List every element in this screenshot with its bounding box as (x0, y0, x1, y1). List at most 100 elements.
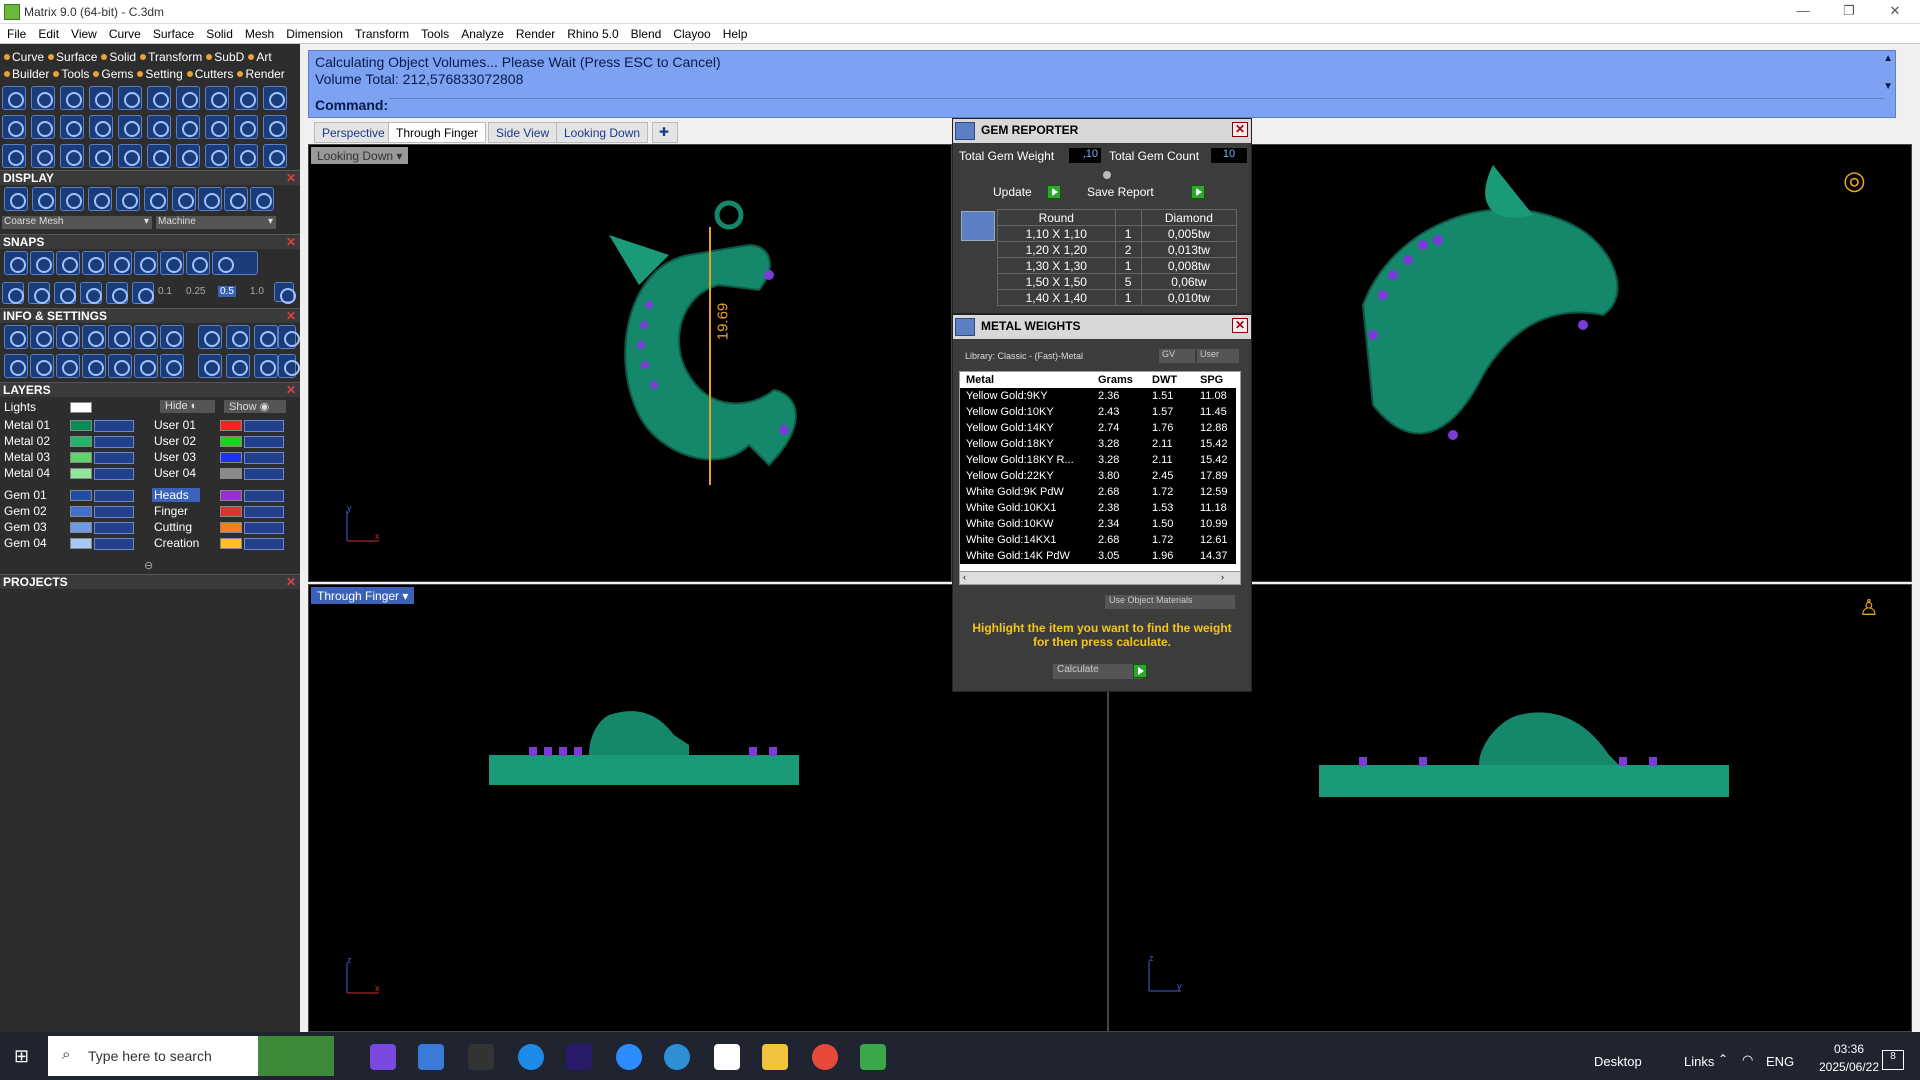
ring-view-icon[interactable]: ◎ (1843, 165, 1866, 196)
material-select[interactable]: Machine ▾ (156, 216, 276, 229)
ring-side-icon[interactable]: ♙ (1859, 595, 1879, 621)
add-tab-icon[interactable]: ✚ (652, 122, 678, 143)
calculate-button[interactable]: Calculate (1053, 664, 1143, 679)
tab-render[interactable]: Render (233, 67, 285, 81)
layer-lock-controls[interactable] (94, 468, 134, 480)
layer-user-03[interactable]: User 03 (154, 450, 196, 464)
layers-header[interactable]: LAYERS ✕ (0, 382, 300, 397)
windows-start-icon[interactable]: ⊞ (14, 1046, 29, 1067)
node-icon[interactable] (254, 354, 278, 378)
pendant-model-end[interactable] (1319, 705, 1739, 815)
menu-mesh[interactable]: Mesh (238, 24, 279, 41)
material-ball-2-icon[interactable] (198, 187, 222, 211)
tab-surface[interactable]: Surface (44, 50, 97, 64)
pendant-model-perspective[interactable] (1333, 145, 1673, 505)
layer-lock-controls[interactable] (94, 436, 134, 448)
measure-icon[interactable] (278, 325, 300, 349)
user-02-color[interactable] (220, 436, 242, 447)
chevron-up-icon[interactable]: ⌃ (1718, 1052, 1728, 1066)
menu-solid[interactable]: Solid (199, 24, 238, 41)
table-row[interactable]: Yellow Gold:10KY 2.43 1.57 11.45 (960, 404, 1236, 420)
table-row[interactable]: White Gold:9K PdW 2.68 1.72 12.59 (960, 484, 1236, 500)
gem-tool-icon[interactable] (205, 86, 229, 110)
text-tool-icon[interactable] (205, 144, 229, 168)
gem-row[interactable]: 1,40 X 1,40 1 0,010tw (997, 289, 1238, 306)
gallery-tool-icon[interactable] (263, 86, 287, 110)
array-tool-icon[interactable] (147, 115, 171, 139)
chrome-icon[interactable] (812, 1044, 838, 1070)
circle-tool-icon[interactable] (2, 86, 26, 110)
metal-02-color[interactable] (70, 436, 92, 447)
menu-edit[interactable]: Edit (31, 24, 64, 41)
select-icon[interactable] (134, 354, 158, 378)
language-indicator[interactable]: ENG (1766, 1054, 1794, 1069)
volume-icon[interactable] (56, 325, 80, 349)
menu-tools[interactable]: Tools (414, 24, 454, 41)
close-icon[interactable]: ✕ (286, 383, 296, 397)
metal-01-color[interactable] (70, 420, 92, 431)
ellipse-tool-icon[interactable] (263, 144, 287, 168)
shank-tool-icon[interactable] (89, 86, 113, 110)
material-ball-4-icon[interactable] (250, 187, 274, 211)
line-tool-icon[interactable] (60, 115, 84, 139)
layout-icon[interactable] (4, 354, 28, 378)
clock-time[interactable]: 03:36 (1814, 1042, 1884, 1056)
table-row[interactable]: White Gold:14KX1 2.68 1.72 12.61 (960, 532, 1236, 548)
snap-point-icon[interactable] (56, 251, 80, 275)
tab-cutters[interactable]: Cutters (183, 67, 233, 81)
shaded-icon[interactable] (32, 187, 56, 211)
layer-lock-controls[interactable] (94, 522, 134, 534)
gem-03-color[interactable] (70, 522, 92, 533)
snap-perp-icon[interactable] (108, 251, 132, 275)
gem-row[interactable]: 1,30 X 1,30 1 0,008tw (997, 257, 1238, 274)
pave-tool-icon[interactable] (234, 86, 258, 110)
matrix-app-icon[interactable] (860, 1044, 886, 1070)
head-tool-icon[interactable] (147, 86, 171, 110)
monitor-icon[interactable] (116, 187, 140, 211)
document-icon[interactable] (108, 325, 132, 349)
offset-tool-icon[interactable] (60, 144, 84, 168)
window-icon[interactable] (160, 354, 184, 378)
layer-lock-controls[interactable] (244, 420, 284, 432)
layer-finger[interactable]: Finger (154, 504, 188, 518)
menu-transform[interactable]: Transform (348, 24, 414, 41)
messenger-icon[interactable] (518, 1044, 544, 1070)
menu-rhino[interactable]: Rhino 5.0 (560, 24, 623, 41)
gem-weight-icon[interactable] (198, 325, 222, 349)
gumball-icon[interactable] (106, 282, 128, 304)
snap-1-0[interactable]: 1.0 (250, 286, 264, 297)
tab-solid[interactable]: Solid (97, 50, 136, 64)
layer-user-01[interactable]: User 01 (154, 418, 196, 432)
col-grams[interactable]: Grams (1092, 372, 1146, 388)
scale-tool-icon[interactable] (234, 115, 258, 139)
ring-tool-icon[interactable] (60, 86, 84, 110)
creation-color[interactable] (220, 538, 242, 549)
sweep-tool-icon[interactable] (176, 144, 200, 168)
pendant-model-side[interactable] (489, 705, 809, 805)
display-header[interactable]: DISPLAY ✕ (0, 170, 300, 185)
save-report-button[interactable]: Save Report (1087, 185, 1154, 199)
tab-transform[interactable]: Transform (136, 50, 202, 64)
gem-row[interactable]: 1,50 X 1,50 5 0,06tw (997, 273, 1238, 290)
grid-snap-icon[interactable] (2, 282, 24, 304)
smart-track-icon[interactable] (80, 282, 102, 304)
table-row[interactable]: White Gold:10KW 2.34 1.50 10.99 (960, 516, 1236, 532)
col-spg[interactable]: SPG (1194, 372, 1236, 388)
move-tool-icon[interactable] (118, 144, 142, 168)
zoom-icon[interactable] (616, 1044, 642, 1070)
scroll-up-icon[interactable]: ▲ (1883, 53, 1893, 64)
gv-toggle[interactable]: GV (1159, 349, 1195, 363)
info-settings-header[interactable]: INFO & SETTINGS ✕ (0, 308, 300, 323)
tab-subd[interactable]: SubD (202, 50, 244, 64)
project-icon[interactable] (54, 282, 76, 304)
fork-tool-icon[interactable] (89, 144, 113, 168)
material-ball-3-icon[interactable] (224, 187, 248, 211)
close-button[interactable]: ✕ (1872, 0, 1918, 24)
pendant-model-front[interactable] (569, 195, 869, 495)
notification-icon[interactable]: 8 (1882, 1050, 1904, 1070)
snap-0-5[interactable]: 0.5 (218, 286, 236, 297)
menu-blend[interactable]: Blend (624, 24, 667, 41)
layer-lock-controls[interactable] (94, 506, 134, 518)
curve-tool-icon[interactable] (31, 144, 55, 168)
cutting-color[interactable] (220, 522, 242, 533)
